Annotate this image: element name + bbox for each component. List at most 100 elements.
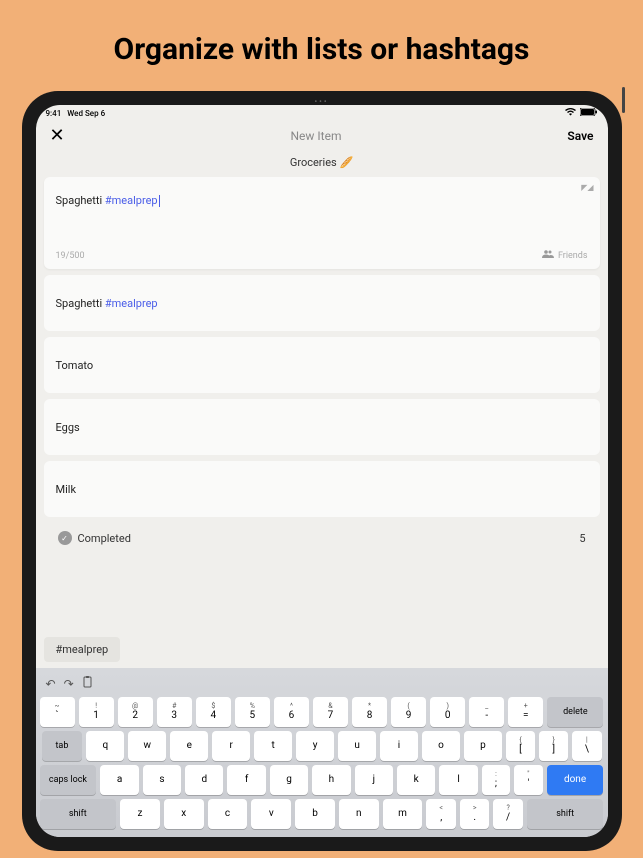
- key-u[interactable]: u: [338, 731, 376, 761]
- nav-title: New Item: [291, 129, 342, 143]
- list-title: Groceries 🥖: [36, 152, 608, 177]
- hashtag-suggestion[interactable]: #mealprep: [44, 637, 121, 662]
- key-1[interactable]: !1: [79, 697, 114, 727]
- completed-count: 5: [579, 532, 585, 545]
- key-c[interactable]: c: [208, 799, 248, 829]
- key-g[interactable]: g: [270, 765, 308, 795]
- key--[interactable]: _-: [469, 697, 504, 727]
- key-bracket[interactable]: }]: [539, 731, 568, 761]
- key-j[interactable]: j: [355, 765, 393, 795]
- save-button[interactable]: Save: [567, 129, 593, 143]
- key-e[interactable]: e: [170, 731, 208, 761]
- key-punct[interactable]: "': [514, 765, 542, 795]
- key-5[interactable]: %5: [235, 697, 270, 727]
- check-icon: ✓: [58, 531, 72, 545]
- key-y[interactable]: y: [296, 731, 334, 761]
- item-text: Spaghetti: [56, 297, 105, 310]
- content-area: ◤◢ Spaghetti #mealprep 19/500 Friends: [36, 177, 608, 635]
- undo-button[interactable]: ↶: [46, 677, 56, 691]
- key-d[interactable]: d: [185, 765, 223, 795]
- key-x[interactable]: x: [164, 799, 204, 829]
- key-7[interactable]: &7: [313, 697, 348, 727]
- audience-label: Friends: [558, 251, 588, 261]
- key-m[interactable]: m: [383, 799, 423, 829]
- key-b[interactable]: b: [295, 799, 335, 829]
- item-text: Eggs: [56, 421, 80, 434]
- keyboard-row-zxcv: shiftzxcvbnm<,>.?/shift: [40, 799, 604, 829]
- keyboard-row-qwerty: tabqwertyuiop{[}]|\: [40, 731, 604, 761]
- people-icon: [542, 250, 554, 261]
- completed-section[interactable]: ✓ Completed 5: [44, 523, 600, 553]
- key-w[interactable]: w: [128, 731, 166, 761]
- list-item[interactable]: Milk: [44, 461, 600, 517]
- key-6[interactable]: ^6: [274, 697, 309, 727]
- key-`[interactable]: ~`: [40, 697, 75, 727]
- keyboard: ↶ ↷ ~`!1@2#3$4%5^6&7*8(9)0_-+=delete tab…: [36, 668, 608, 837]
- key-9[interactable]: (9: [391, 697, 426, 727]
- audience-selector[interactable]: Friends: [542, 250, 588, 261]
- tab-key[interactable]: tab: [42, 731, 83, 761]
- key-v[interactable]: v: [251, 799, 291, 829]
- list-item[interactable]: Eggs: [44, 399, 600, 455]
- redo-button[interactable]: ↷: [64, 677, 74, 691]
- item-hashtag: #mealprep: [105, 297, 158, 310]
- key-r[interactable]: r: [212, 731, 250, 761]
- capslock-key[interactable]: caps lock: [40, 765, 97, 795]
- list-item[interactable]: Spaghetti #mealprep: [44, 275, 600, 331]
- key-i[interactable]: i: [380, 731, 418, 761]
- key-punct[interactable]: >.: [460, 799, 489, 829]
- page-headline: Organize with lists or hashtags: [0, 0, 643, 91]
- status-bar: 9:41 Wed Sep 6: [36, 105, 608, 119]
- key-n[interactable]: n: [339, 799, 379, 829]
- shift-key[interactable]: shift: [40, 799, 117, 829]
- done-key[interactable]: done: [547, 765, 604, 795]
- char-count: 19/500: [56, 251, 85, 261]
- key-q[interactable]: q: [86, 731, 124, 761]
- key-l[interactable]: l: [439, 765, 477, 795]
- key-p[interactable]: p: [464, 731, 502, 761]
- key-o[interactable]: o: [422, 731, 460, 761]
- key-bracket[interactable]: |\: [572, 731, 601, 761]
- key-=[interactable]: +=: [508, 697, 543, 727]
- key-z[interactable]: z: [120, 799, 160, 829]
- text-cursor: [159, 195, 160, 207]
- key-8[interactable]: *8: [352, 697, 387, 727]
- keyboard-row-asdf: caps lockasdfghjkl:;"'done: [40, 765, 604, 795]
- close-button[interactable]: ✕: [50, 125, 65, 146]
- key-f[interactable]: f: [227, 765, 265, 795]
- hashtag-suggestion-bar: #mealprep: [44, 637, 600, 662]
- key-bracket[interactable]: {[: [506, 731, 535, 761]
- list-item[interactable]: Tomato: [44, 337, 600, 393]
- side-button: [622, 87, 625, 113]
- item-text: Milk: [56, 483, 77, 496]
- key-s[interactable]: s: [143, 765, 181, 795]
- key-h[interactable]: h: [312, 765, 350, 795]
- key-4[interactable]: $4: [196, 697, 231, 727]
- device-frame: ••• 9:41 Wed Sep 6 ✕ New Item Save Groce…: [22, 91, 622, 851]
- key-2[interactable]: @2: [118, 697, 153, 727]
- key-k[interactable]: k: [397, 765, 435, 795]
- new-item-editor[interactable]: ◤◢ Spaghetti #mealprep 19/500 Friends: [44, 177, 600, 269]
- key-punct[interactable]: <,: [426, 799, 455, 829]
- key-0[interactable]: )0: [430, 697, 465, 727]
- status-date: Wed Sep 6: [67, 109, 105, 118]
- completed-label: Completed: [78, 532, 131, 545]
- key-a[interactable]: a: [100, 765, 138, 795]
- shift-key[interactable]: shift: [527, 799, 604, 829]
- editor-text: Spaghetti: [56, 194, 105, 207]
- editor-hashtag: #mealprep: [105, 194, 158, 207]
- nav-bar: ✕ New Item Save: [36, 119, 608, 152]
- status-time: 9:41: [46, 109, 62, 118]
- screen: 9:41 Wed Sep 6 ✕ New Item Save Groceries…: [36, 105, 608, 837]
- key-t[interactable]: t: [254, 731, 292, 761]
- keyboard-row-numbers: ~`!1@2#3$4%5^6&7*8(9)0_-+=delete: [40, 697, 604, 727]
- key-3[interactable]: #3: [157, 697, 192, 727]
- clipboard-button[interactable]: [82, 676, 93, 691]
- notch-dots: •••: [314, 97, 328, 106]
- expand-icon[interactable]: ◤◢: [581, 183, 593, 192]
- key-punct[interactable]: ?/: [493, 799, 522, 829]
- wifi-icon: [565, 108, 576, 118]
- item-text: Tomato: [56, 359, 94, 372]
- key-punct[interactable]: :;: [482, 765, 510, 795]
- delete-key[interactable]: delete: [547, 697, 603, 727]
